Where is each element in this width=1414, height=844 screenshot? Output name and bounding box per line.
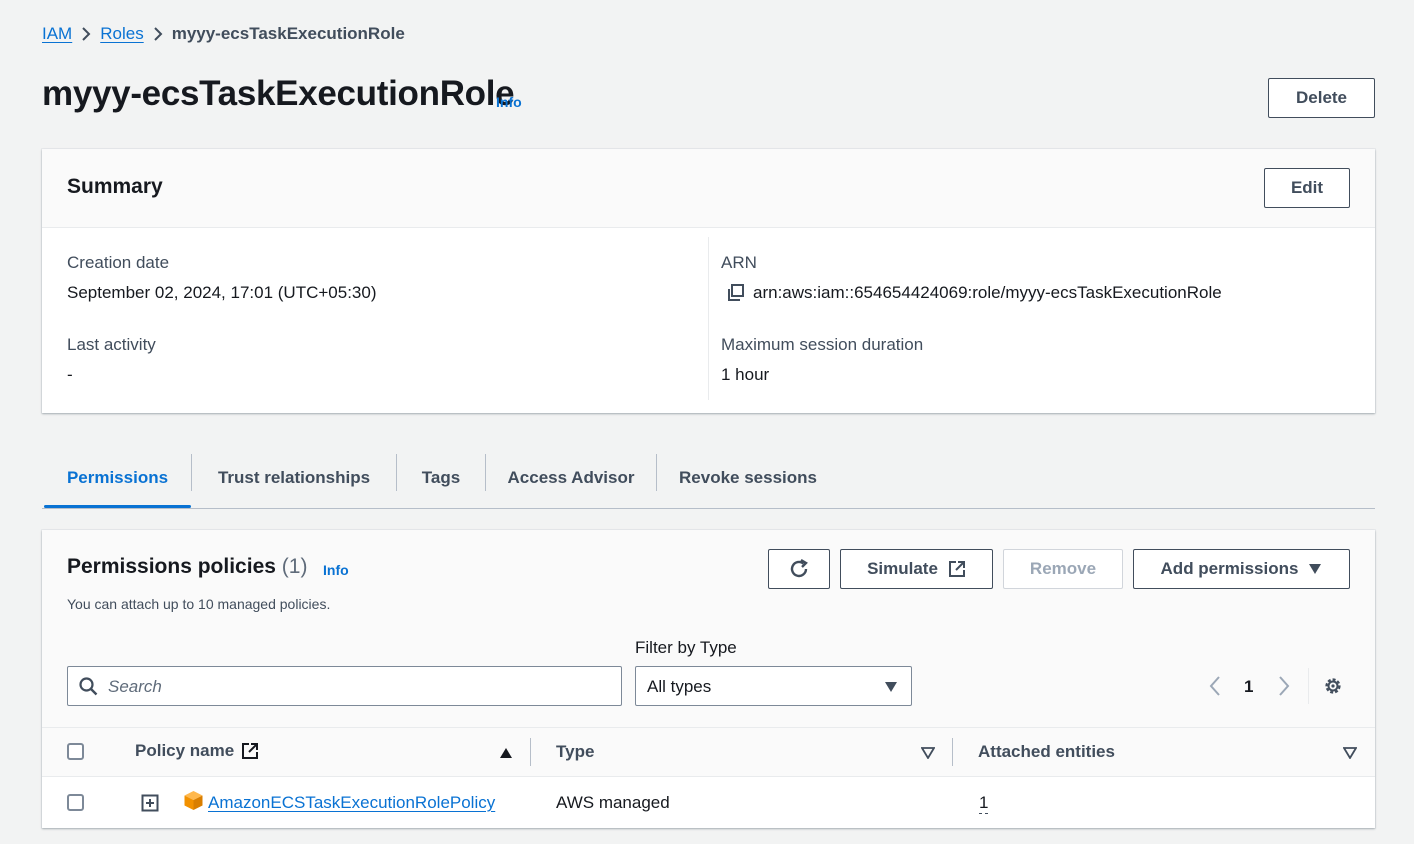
filter-by-type-label: Filter by Type (635, 638, 737, 657)
permissions-heading: Permissions policies (1) (67, 555, 307, 579)
page-info-link[interactable]: Info (496, 94, 522, 110)
arn-value: arn:aws:iam::654654424069:role/myyy-ecsT… (753, 283, 1222, 302)
summary-column-divider (708, 237, 709, 400)
policy-count: (1) (281, 555, 308, 578)
chevron-right-icon[interactable] (1276, 675, 1292, 702)
chevron-right-icon (144, 22, 172, 46)
add-permissions-label: Add permissions (1160, 559, 1299, 578)
tab-revoke-sessions[interactable]: Revoke sessions (657, 448, 839, 508)
tab-permissions[interactable]: Permissions (44, 448, 191, 508)
column-attached-entities[interactable]: Attached entities (978, 742, 1115, 762)
breadcrumb-current: myyy-ecsTaskExecutionRole (171, 24, 405, 43)
breadcrumb-roles-link[interactable]: Roles (100, 24, 143, 44)
caret-down-icon (885, 682, 897, 692)
permissions-policies-panel: Permissions policies (1) Info You can at… (42, 530, 1375, 828)
table-header: Policy name Type Attached entities (42, 727, 1375, 777)
refresh-icon (790, 558, 808, 578)
permissions-description: You can attach up to 10 managed policies… (67, 596, 331, 612)
policy-name-link[interactable]: AmazonECSTaskExecutionRolePolicy (208, 793, 495, 813)
last-activity-label: Last activity (67, 335, 156, 354)
creation-date-value: September 02, 2024, 17:01 (UTC+05:30) (67, 283, 377, 302)
filter-type-select[interactable]: All types (635, 666, 912, 706)
search-input[interactable]: Search (67, 666, 622, 706)
policy-type: AWS managed (556, 793, 670, 812)
external-link-icon (948, 561, 965, 577)
summary-panel: Summary Edit Creation date September 02,… (42, 149, 1375, 413)
breadcrumb-iam-link[interactable]: IAM (42, 24, 72, 44)
tab-tags[interactable]: Tags (397, 448, 485, 508)
add-permissions-button[interactable]: Add permissions (1133, 549, 1350, 589)
max-session-value: 1 hour (721, 365, 770, 384)
caret-down-icon (1309, 564, 1322, 574)
select-all-checkbox[interactable] (67, 743, 84, 760)
tab-access-advisor[interactable]: Access Advisor (486, 448, 656, 508)
sort-icon[interactable] (1343, 747, 1357, 759)
page-title: myyy-ecsTaskExecutionRole (42, 74, 515, 113)
sort-ascending-icon[interactable] (499, 747, 513, 759)
column-separator (952, 738, 953, 766)
remove-button[interactable]: Remove (1003, 549, 1123, 589)
copy-icon[interactable] (726, 283, 746, 303)
permissions-info-link[interactable]: Info (323, 562, 349, 578)
column-separator (530, 738, 531, 766)
row-checkbox[interactable] (67, 794, 84, 811)
chevron-right-icon (72, 22, 100, 46)
tab-bar: Permissions Trust relationships Tags Acc… (42, 448, 1375, 509)
expand-icon[interactable] (141, 794, 159, 812)
creation-date-label: Creation date (67, 253, 170, 272)
search-icon (79, 677, 98, 696)
external-link-icon (242, 743, 258, 759)
simulate-label: Simulate (867, 559, 938, 578)
arn-label: ARN (721, 253, 757, 272)
max-session-label: Maximum session duration (721, 335, 924, 354)
chevron-left-icon[interactable] (1207, 675, 1223, 702)
search-placeholder: Search (108, 677, 162, 696)
simulate-button[interactable]: Simulate (840, 549, 993, 589)
page-number[interactable]: 1 (1244, 677, 1253, 697)
delete-button[interactable]: Delete (1268, 78, 1375, 118)
attached-entities-count[interactable]: 1 (979, 793, 989, 814)
column-policy-name[interactable]: Policy name (135, 741, 234, 761)
summary-heading: Summary (67, 175, 163, 198)
refresh-button[interactable] (768, 549, 830, 589)
aws-cube-icon (184, 791, 203, 810)
permissions-header: Permissions policies (1) Info You can at… (42, 530, 1375, 727)
breadcrumb: IAM Roles myyy-ecsTaskExecutionRole (42, 22, 405, 46)
filter-type-value: All types (647, 677, 712, 696)
column-type[interactable]: Type (556, 742, 594, 762)
table-row: AmazonECSTaskExecutionRolePolicy AWS man… (42, 777, 1375, 828)
last-activity-value: - (67, 365, 73, 384)
summary-header: Summary Edit (42, 149, 1375, 228)
sort-icon[interactable] (921, 747, 935, 759)
permissions-heading-text: Permissions policies (67, 555, 276, 578)
tab-trust-relationships[interactable]: Trust relationships (192, 448, 396, 508)
edit-button[interactable]: Edit (1264, 168, 1350, 208)
pagination-divider (1308, 668, 1309, 704)
active-tab-indicator (44, 505, 191, 508)
settings-icon[interactable] (1323, 676, 1343, 701)
